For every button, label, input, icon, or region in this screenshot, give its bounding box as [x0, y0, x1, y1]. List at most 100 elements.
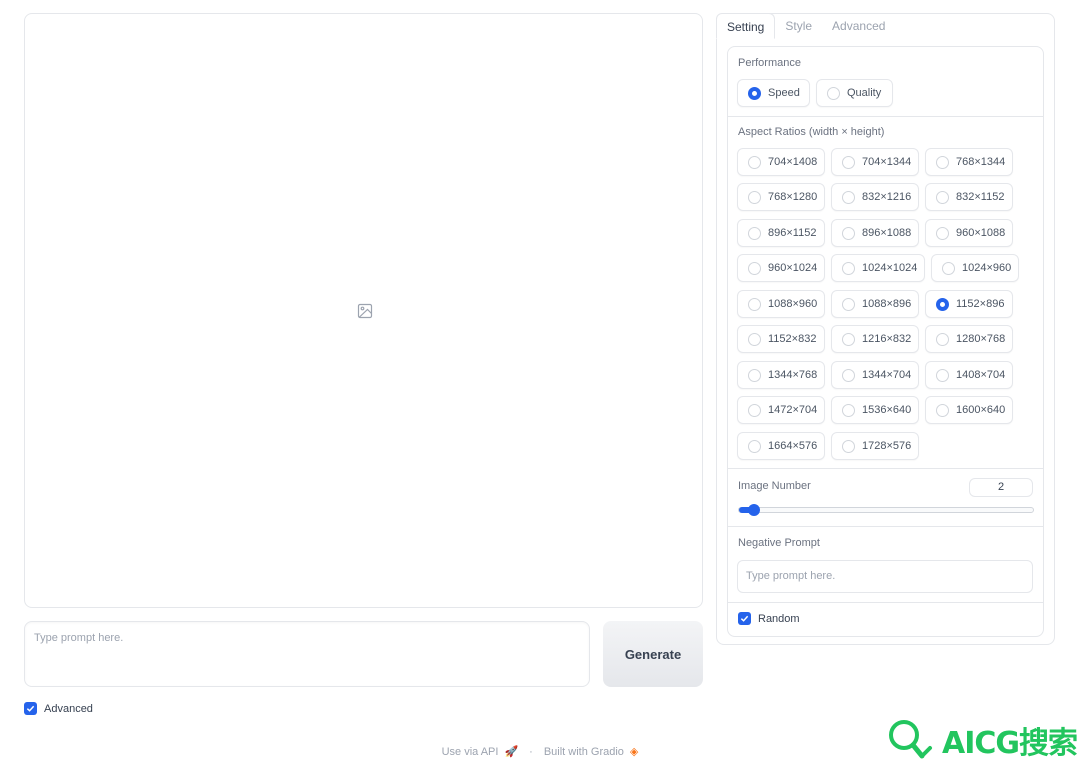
radio-icon	[748, 190, 761, 204]
radio-label: 1024×960	[962, 262, 1012, 274]
aspect-radio[interactable]: 896×1088	[831, 219, 919, 247]
negative-prompt-section: Negative Prompt Type prompt here.	[728, 527, 1043, 603]
radio-icon	[748, 368, 761, 382]
aspect-radio[interactable]: 896×1152	[737, 219, 825, 247]
radio-icon	[842, 297, 855, 311]
performance-quality-radio[interactable]: Quality	[816, 79, 893, 107]
rocket-icon: 🚀	[504, 746, 519, 758]
radio-selected-icon	[936, 297, 949, 311]
aspect-radio[interactable]: 1280×768	[925, 325, 1013, 353]
radio-icon	[748, 332, 761, 346]
radio-icon	[842, 261, 855, 275]
radio-label: 1408×704	[956, 369, 1006, 381]
checkbox-icon[interactable]	[24, 702, 37, 715]
aspect-radio[interactable]: 768×1344	[925, 148, 1013, 176]
radio-label: 704×1408	[768, 156, 818, 168]
checkbox-icon[interactable]	[738, 612, 751, 625]
radio-icon	[936, 332, 949, 346]
aspect-radio[interactable]: 1088×960	[737, 290, 825, 318]
aspect-radio[interactable]: 1024×960	[931, 254, 1019, 282]
radio-icon	[748, 403, 761, 417]
radio-icon	[936, 190, 949, 204]
radio-icon	[942, 261, 955, 275]
aspect-radio[interactable]: 1024×1024	[831, 254, 925, 282]
aspect-radio[interactable]: 1664×576	[737, 432, 825, 460]
aspect-ratio-label: Aspect Ratios (width × height)	[738, 126, 885, 138]
aspect-radio[interactable]: 1344×768	[737, 361, 825, 389]
radio-label: 1600×640	[956, 404, 1006, 416]
aspect-radio[interactable]: 960×1024	[737, 254, 825, 282]
radio-label: 1664×576	[768, 440, 818, 452]
radio-icon	[842, 190, 855, 204]
aspect-radio[interactable]: 1152×832	[737, 325, 825, 353]
radio-label: Quality	[847, 87, 882, 99]
radio-label: 1216×832	[862, 333, 912, 345]
setting-content: Performance Speed Quality Aspect Ratios …	[727, 46, 1044, 637]
random-checkbox[interactable]: Random	[738, 612, 800, 625]
aspect-radio[interactable]: 704×1408	[737, 148, 825, 176]
gradio-logo-icon: ◈	[629, 746, 639, 758]
radio-label: 960×1024	[768, 262, 818, 274]
aspect-radio[interactable]: 960×1088	[925, 219, 1013, 247]
performance-speed-radio[interactable]: Speed	[737, 79, 810, 107]
negative-prompt-label: Negative Prompt	[738, 537, 820, 549]
radio-label: 1088×960	[768, 298, 818, 310]
radio-label: 1536×640	[862, 404, 912, 416]
radio-icon	[842, 226, 855, 240]
performance-section: Performance Speed Quality	[728, 47, 1043, 117]
radio-label: 832×1216	[862, 191, 912, 203]
aspect-radio[interactable]: 1472×704	[737, 396, 825, 424]
radio-label: 896×1152	[768, 227, 817, 239]
image-number-input[interactable]: 2	[969, 478, 1033, 497]
negative-prompt-input[interactable]: Type prompt here.	[737, 560, 1033, 593]
radio-label: 1472×704	[768, 404, 818, 416]
radio-label: 1088×896	[862, 298, 912, 310]
built-with-gradio-link[interactable]: Built with Gradio	[544, 746, 624, 758]
aspect-radio[interactable]: 1344×704	[831, 361, 919, 389]
radio-icon	[936, 403, 949, 417]
aspect-radio[interactable]: 1408×704	[925, 361, 1013, 389]
aspect-radio[interactable]: 1216×832	[831, 325, 919, 353]
aspect-radio[interactable]: 1600×640	[925, 396, 1013, 424]
aspect-radio[interactable]: 832×1152	[925, 183, 1013, 211]
radio-label: 832×1152	[956, 191, 1005, 203]
radio-icon	[842, 332, 855, 346]
radio-label: 768×1280	[768, 191, 818, 203]
radio-label: 1728×576	[862, 440, 912, 452]
radio-label: 768×1344	[956, 156, 1006, 168]
tab-setting[interactable]: Setting	[716, 13, 776, 39]
advanced-checkbox[interactable]: Advanced	[24, 702, 93, 715]
performance-label: Performance	[738, 57, 801, 69]
tab-style[interactable]: Style	[775, 13, 822, 39]
watermark: AICG搜索	[886, 718, 1078, 762]
aspect-radio[interactable]: 1536×640	[831, 396, 919, 424]
radio-icon	[748, 439, 761, 453]
aspect-radio[interactable]: 768×1280	[737, 183, 825, 211]
tab-advanced[interactable]: Advanced	[822, 13, 895, 39]
slider-thumb[interactable]	[748, 504, 760, 516]
tab-bar: Setting Style Advanced	[716, 13, 895, 39]
aspect-radio[interactable]: 832×1216	[831, 183, 919, 211]
advanced-label: Advanced	[44, 702, 93, 715]
radio-icon	[748, 226, 761, 240]
radio-selected-icon	[748, 86, 761, 100]
radio-icon	[842, 403, 855, 417]
aspect-radio[interactable]: 704×1344	[831, 148, 919, 176]
image-placeholder-icon	[357, 303, 373, 319]
aspect-ratio-section: Aspect Ratios (width × height) 704×1408 …	[728, 117, 1043, 469]
radio-icon	[936, 368, 949, 382]
radio-label: 1024×1024	[862, 262, 918, 274]
generate-button[interactable]: Generate	[603, 621, 703, 687]
prompt-input[interactable]: Type prompt here.	[24, 621, 590, 687]
radio-label: 1344×768	[768, 369, 818, 381]
image-number-slider[interactable]	[738, 504, 1034, 516]
radio-icon	[748, 261, 761, 275]
radio-label: Speed	[768, 87, 800, 99]
footer-separator: ·	[529, 746, 533, 758]
aspect-radio[interactable]: 1728×576	[831, 432, 919, 460]
use-api-link[interactable]: Use via API	[442, 746, 499, 758]
image-output	[24, 13, 703, 608]
radio-icon	[936, 226, 949, 240]
aspect-radio[interactable]: 1088×896	[831, 290, 919, 318]
aspect-radio-selected[interactable]: 1152×896	[925, 290, 1013, 318]
